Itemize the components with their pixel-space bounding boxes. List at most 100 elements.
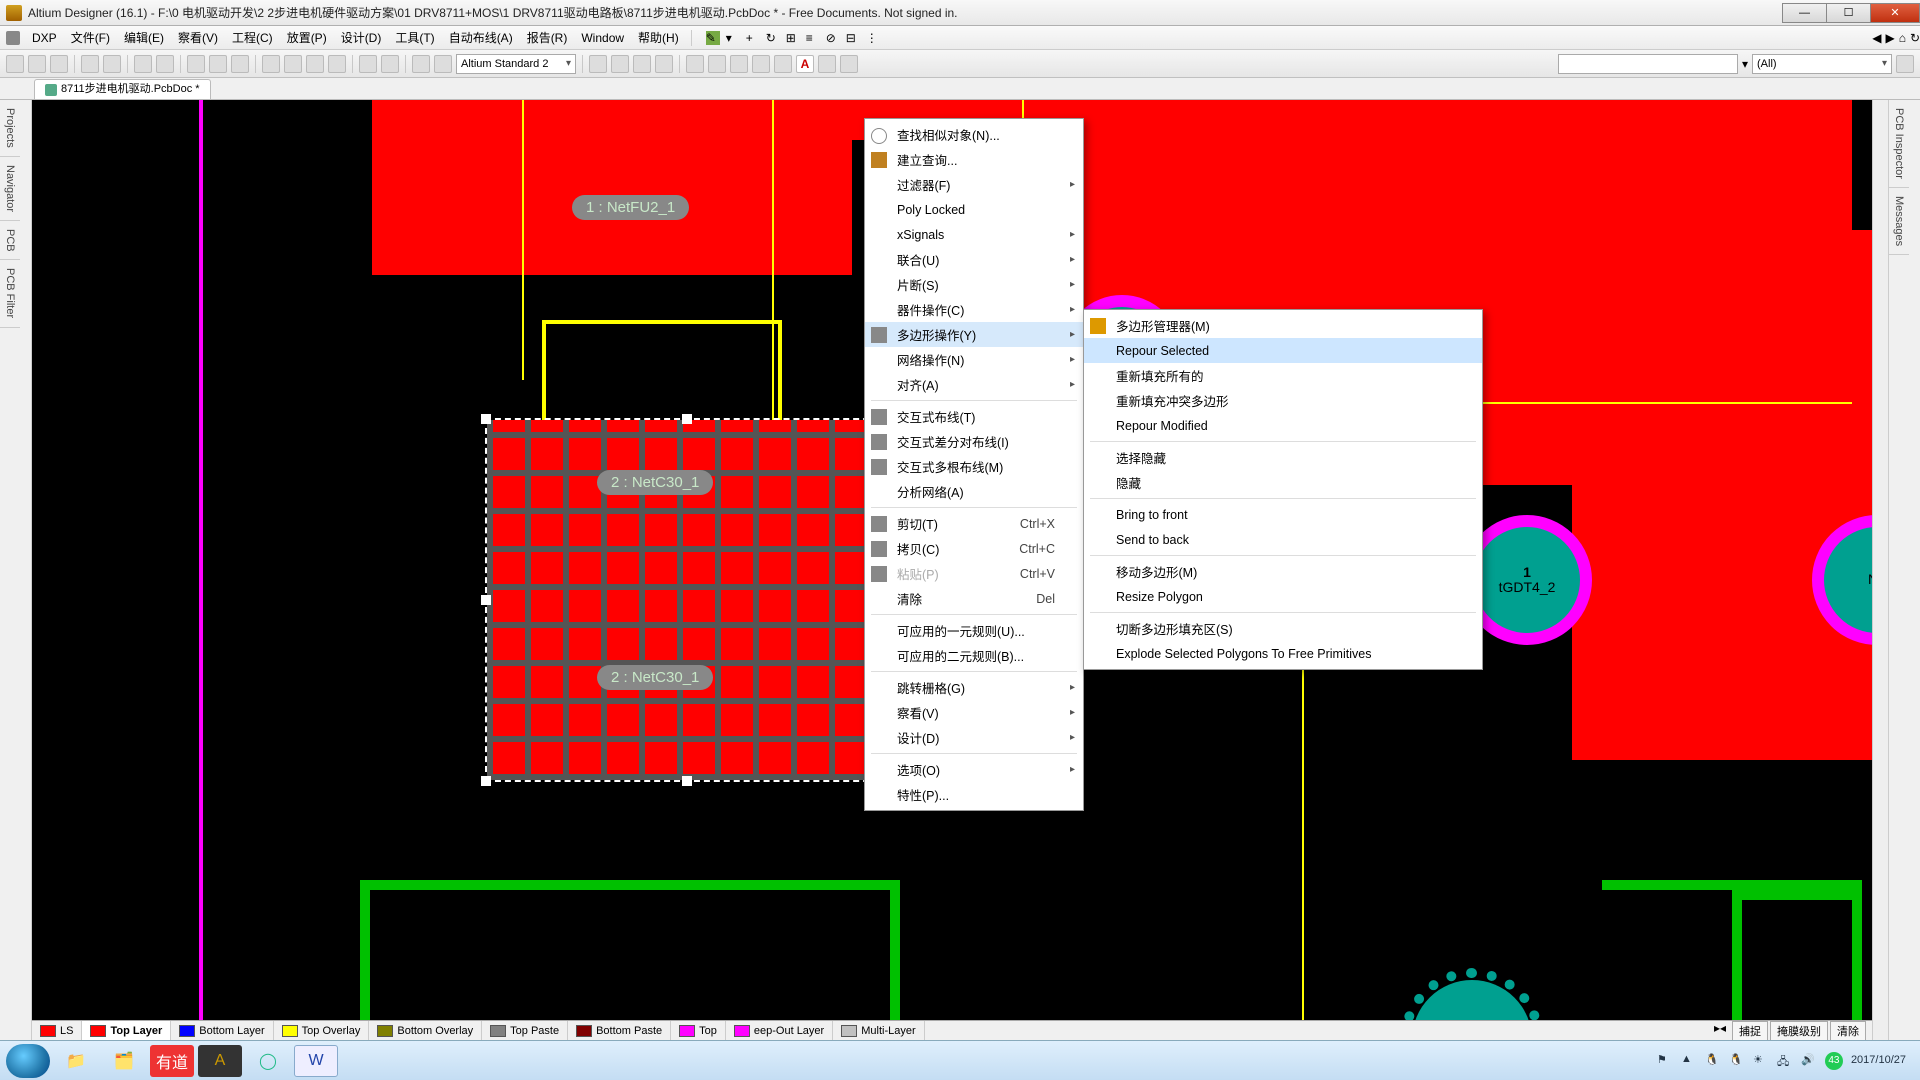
tray-badge[interactable]: 43 xyxy=(1825,1052,1843,1070)
ctx-item[interactable]: 交互式差分对布线(I) xyxy=(865,429,1083,454)
tool-select-icon[interactable] xyxy=(262,55,280,73)
ctx-item[interactable]: 剪切(T)Ctrl+X xyxy=(865,511,1083,536)
ctx-item[interactable]: xSignals xyxy=(865,222,1083,247)
ctx-sub-item[interactable]: 隐藏 xyxy=(1084,470,1482,495)
ctx-sub-item[interactable]: 切断多边形填充区(S) xyxy=(1084,616,1482,641)
ctx-item[interactable]: 查找相似对象(N)... xyxy=(865,122,1083,147)
resize-handle-sw[interactable] xyxy=(481,776,491,786)
layer-tab[interactable]: Top Overlay xyxy=(274,1021,370,1041)
layer-config-icon[interactable]: ▸◂ xyxy=(1710,1021,1730,1041)
tool-open-icon[interactable] xyxy=(28,55,46,73)
menu-place[interactable]: 放置(P) xyxy=(281,27,333,48)
task-altium-icon[interactable]: A xyxy=(198,1045,242,1077)
layer-tab[interactable]: Top Layer xyxy=(82,1021,171,1041)
tool-place1-icon[interactable] xyxy=(686,55,704,73)
ctx-item[interactable]: 特性(P)... xyxy=(865,782,1083,807)
ctx-sub-item[interactable]: Resize Polygon xyxy=(1084,584,1482,609)
menu-icon-8[interactable]: ⊟ xyxy=(846,31,860,45)
nav-back-icon[interactable]: ◀ xyxy=(1872,31,1881,45)
menu-window[interactable]: Window xyxy=(575,29,630,47)
ctx-item[interactable]: 建立查询... xyxy=(865,147,1083,172)
panel-tab-pcbfilter[interactable]: PCB Filter xyxy=(0,260,20,327)
vertical-scrollbar[interactable] xyxy=(1872,100,1888,1040)
context-submenu-polygon[interactable]: 多边形管理器(M)Repour Selected重新填充所有的重新填充冲突多边形… xyxy=(1083,309,1483,670)
tool-place4-icon[interactable] xyxy=(752,55,770,73)
tool-place3-icon[interactable] xyxy=(730,55,748,73)
ctx-item[interactable]: 过滤器(F) xyxy=(865,172,1083,197)
tray-qq2-icon[interactable]: 🐧 xyxy=(1729,1053,1745,1069)
ctx-item[interactable]: 分析网络(A) xyxy=(865,479,1083,504)
ctx-sub-item[interactable]: Repour Selected xyxy=(1084,338,1482,363)
ctx-item[interactable]: 设计(D) xyxy=(865,725,1083,750)
layer-tab[interactable]: Top xyxy=(671,1021,726,1041)
context-menu[interactable]: 查找相似对象(N)...建立查询...过滤器(F)Poly LockedxSig… xyxy=(864,118,1084,811)
tool-new-icon[interactable] xyxy=(6,55,24,73)
layer-tab[interactable]: eep-Out Layer xyxy=(726,1021,833,1041)
ctx-item[interactable]: 选项(O) xyxy=(865,757,1083,782)
panel-tab-navigator[interactable]: Navigator xyxy=(0,157,20,221)
panel-tab-messages[interactable]: Messages xyxy=(1889,188,1909,255)
ctx-sub-item[interactable]: 选择隐藏 xyxy=(1084,445,1482,470)
menu-icon-4[interactable]: ↻ xyxy=(766,31,780,45)
ctx-sub-item[interactable]: 移动多边形(M) xyxy=(1084,559,1482,584)
ctx-item[interactable]: 可应用的一元规则(U)... xyxy=(865,618,1083,643)
ctx-item[interactable]: Poly Locked xyxy=(865,197,1083,222)
task-browser-icon[interactable]: ◯ xyxy=(246,1045,290,1077)
ctx-item[interactable]: 察看(V) xyxy=(865,700,1083,725)
minimize-button[interactable]: — xyxy=(1782,3,1827,23)
tray-up-icon[interactable]: ▲ xyxy=(1681,1053,1697,1069)
tray-net-icon[interactable]: 🖧 xyxy=(1777,1053,1793,1069)
ctx-item[interactable]: 片断(S) xyxy=(865,272,1083,297)
ctx-item[interactable]: 清除Del xyxy=(865,586,1083,611)
search-input[interactable] xyxy=(1558,54,1738,74)
ctx-sub-item[interactable]: Repour Modified xyxy=(1084,413,1482,438)
btn-mask[interactable]: 掩膜级别 xyxy=(1770,1021,1828,1041)
ctx-sub-item[interactable]: Send to back xyxy=(1084,527,1482,552)
ctx-sub-item[interactable]: Bring to front xyxy=(1084,502,1482,527)
menu-icon-3[interactable]: + xyxy=(746,31,760,45)
tray-weather-icon[interactable]: ☀ xyxy=(1753,1053,1769,1069)
resize-handle-n[interactable] xyxy=(682,414,692,424)
ctx-item[interactable]: 联合(U) xyxy=(865,247,1083,272)
tray-flag-icon[interactable]: ⚑ xyxy=(1657,1053,1673,1069)
tool-place7-icon[interactable] xyxy=(840,55,858,73)
tool-run-icon[interactable] xyxy=(412,55,430,73)
ctx-item[interactable]: 多边形操作(Y) xyxy=(865,322,1083,347)
panel-tab-pcb[interactable]: PCB xyxy=(0,221,20,261)
menu-icon-9[interactable]: ⋮ xyxy=(866,31,880,45)
tool-undo-icon[interactable] xyxy=(359,55,377,73)
resize-handle-s[interactable] xyxy=(682,776,692,786)
menu-file[interactable]: 文件(F) xyxy=(65,27,116,48)
nav-fwd-icon[interactable]: ▶ xyxy=(1885,31,1894,45)
menu-icon-1[interactable]: ✎ xyxy=(706,31,720,45)
ctx-item[interactable]: 网络操作(N) xyxy=(865,347,1083,372)
document-tab[interactable]: 8711步进电机驱动.PcbDoc * xyxy=(34,79,211,99)
tool-route3-icon[interactable] xyxy=(633,55,651,73)
task-folder-icon[interactable]: 🗂️ xyxy=(102,1045,146,1077)
tool-zoomfit-icon[interactable] xyxy=(156,55,174,73)
menu-report[interactable]: 报告(R) xyxy=(521,27,574,48)
tool-paste-icon[interactable] xyxy=(231,55,249,73)
tool-plus-icon[interactable] xyxy=(328,55,346,73)
ctx-item[interactable]: 交互式多根布线(M) xyxy=(865,454,1083,479)
ctx-sub-item[interactable]: 重新填充所有的 xyxy=(1084,363,1482,388)
ctx-item[interactable]: 交互式布线(T) xyxy=(865,404,1083,429)
tool-route4-icon[interactable] xyxy=(655,55,673,73)
tool-text-icon[interactable]: A xyxy=(796,55,814,73)
tray-vol-icon[interactable]: 🔊 xyxy=(1801,1053,1817,1069)
menu-icon-6[interactable]: ≡ xyxy=(806,31,820,45)
menu-design[interactable]: 设计(D) xyxy=(335,27,388,48)
ctx-item[interactable]: 对齐(A) xyxy=(865,372,1083,397)
tool-apply-icon[interactable] xyxy=(1896,55,1914,73)
tool-route2-icon[interactable] xyxy=(611,55,629,73)
tool-redo-icon[interactable] xyxy=(381,55,399,73)
tool-print-icon[interactable] xyxy=(81,55,99,73)
menu-edit[interactable]: 编辑(E) xyxy=(118,27,170,48)
menu-icon-5[interactable]: ⊞ xyxy=(786,31,800,45)
resize-handle-w[interactable] xyxy=(481,595,491,605)
tool-place2-icon[interactable] xyxy=(708,55,726,73)
tool-cross-icon[interactable] xyxy=(306,55,324,73)
ctx-item[interactable]: 拷贝(C)Ctrl+C xyxy=(865,536,1083,561)
layer-tab[interactable]: Bottom Overlay xyxy=(369,1021,482,1041)
tool-place5-icon[interactable] xyxy=(774,55,792,73)
